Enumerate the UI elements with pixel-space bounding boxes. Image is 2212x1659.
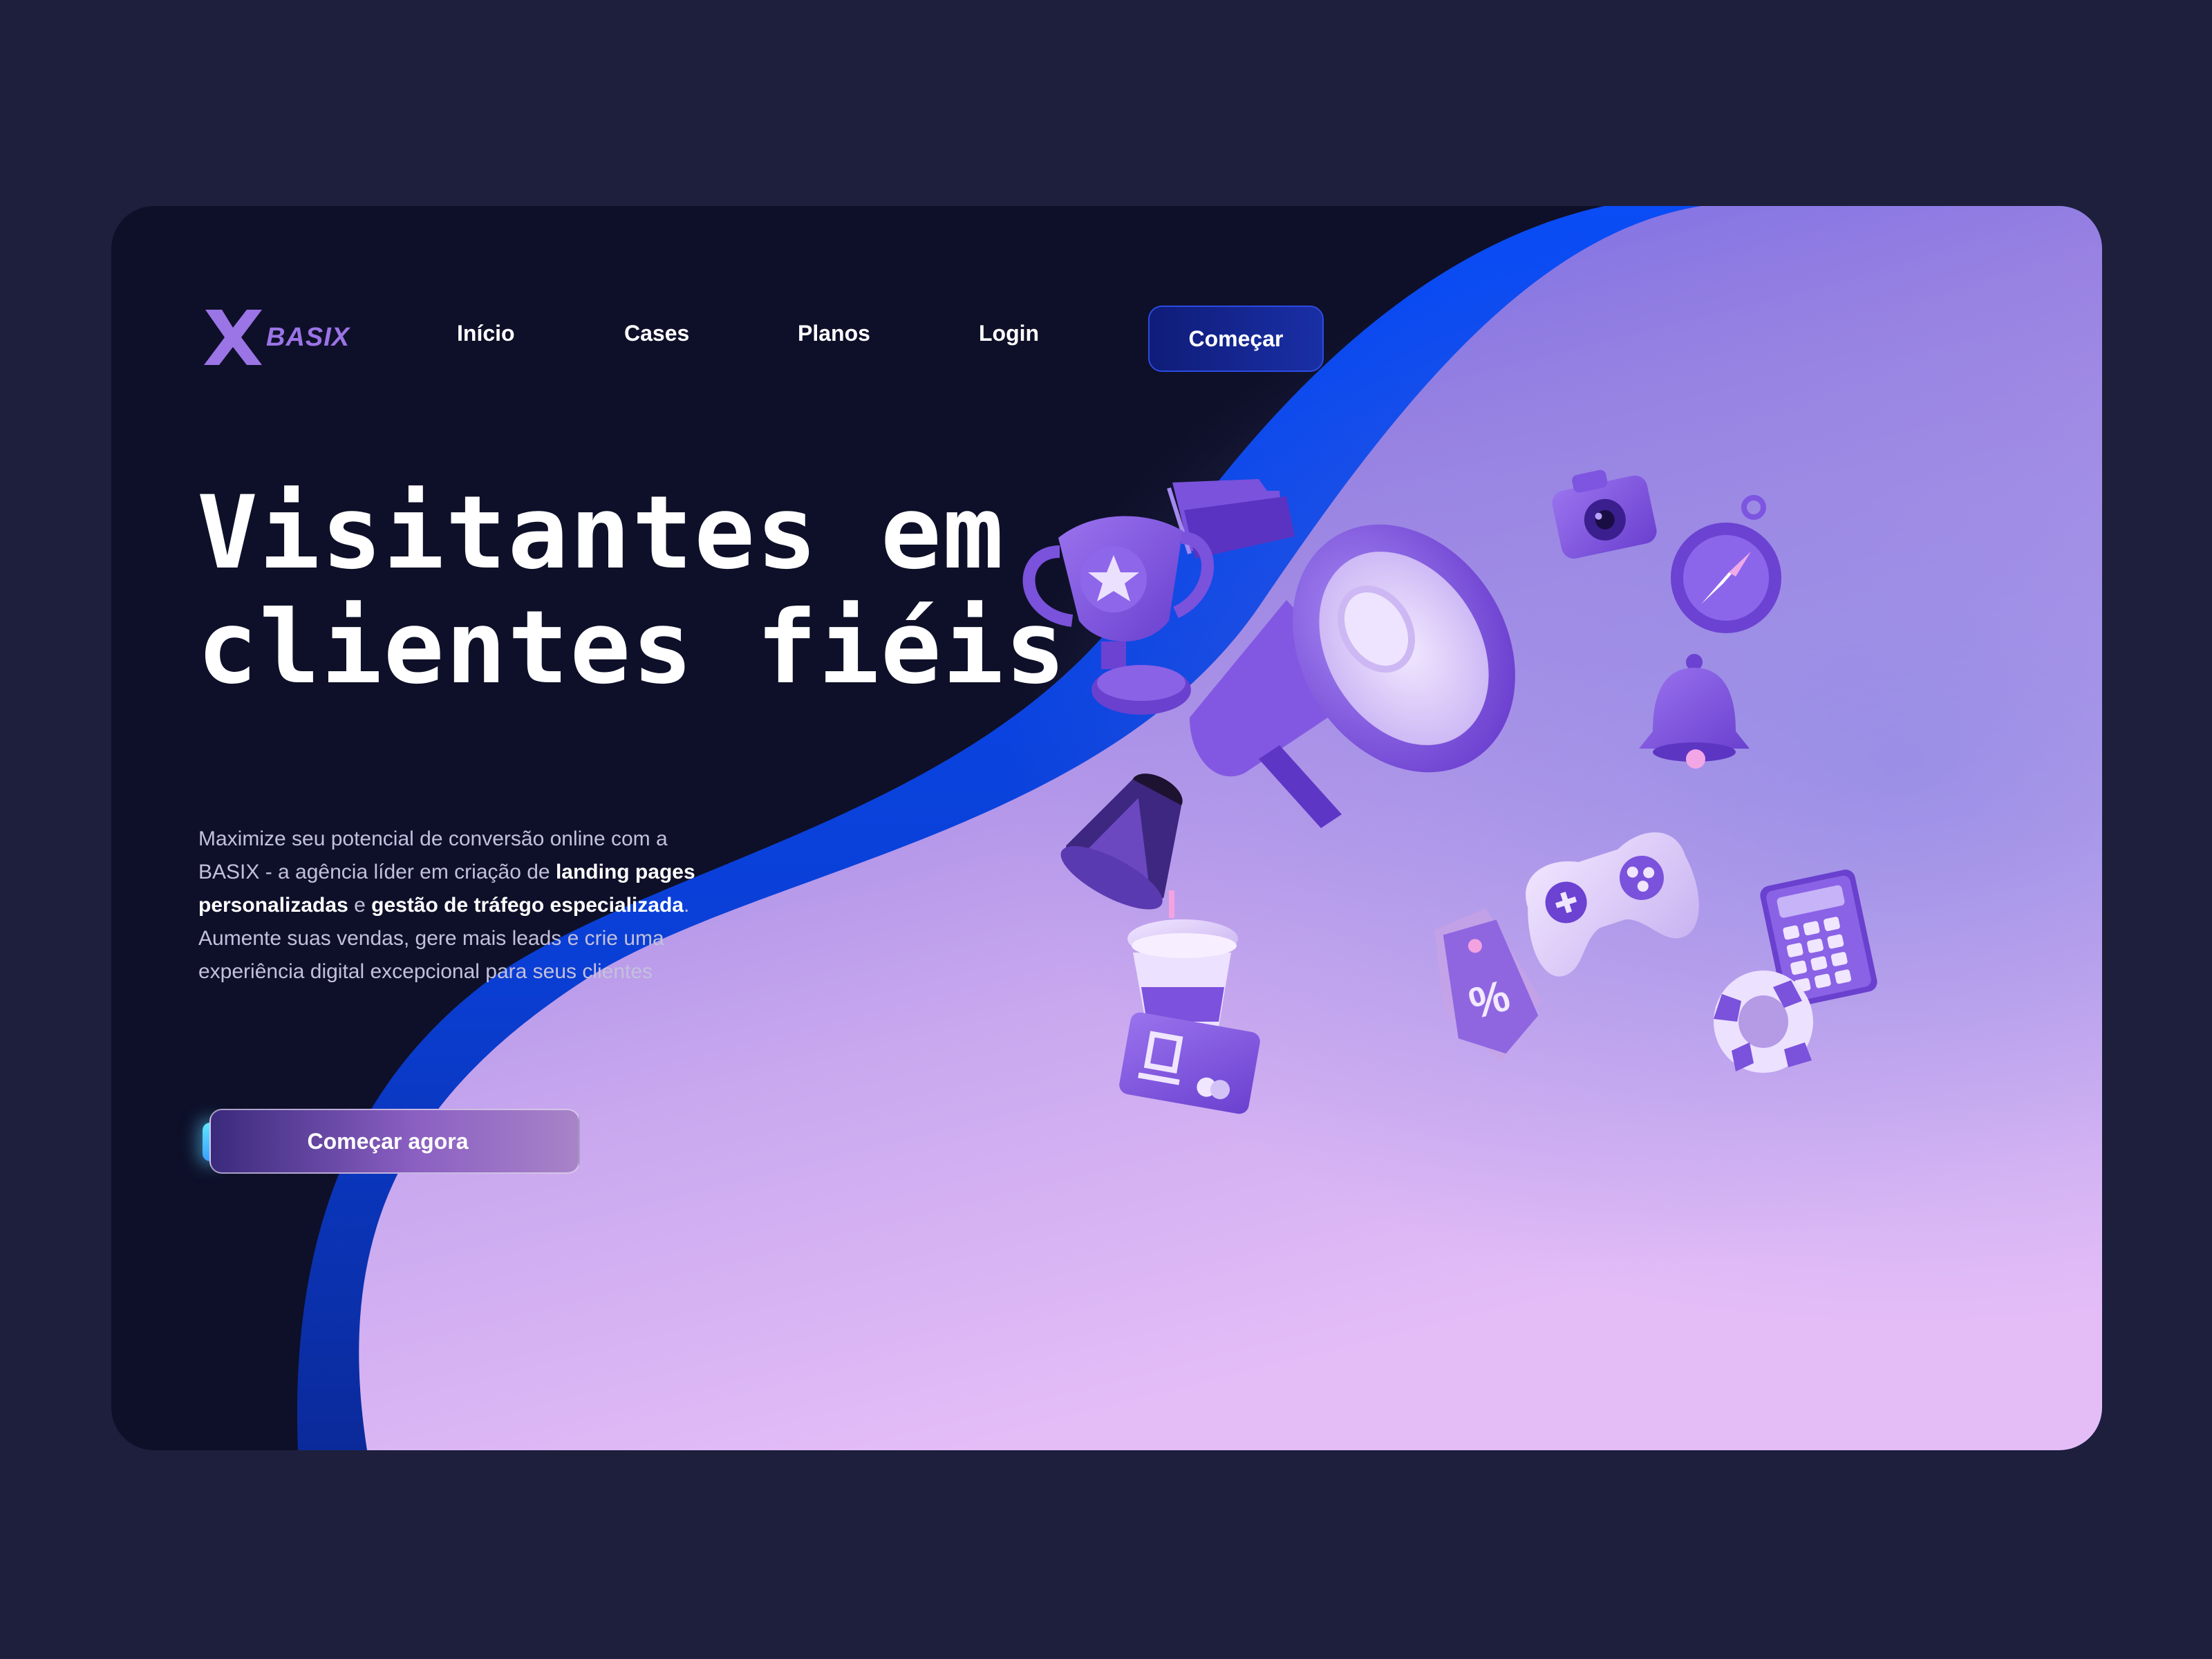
camera-icon xyxy=(1552,469,1657,559)
basix-x-icon xyxy=(204,310,262,365)
folder-icon xyxy=(1167,479,1295,559)
nav-link-planos[interactable]: Planos xyxy=(798,321,870,346)
compass-icon xyxy=(1671,495,1781,633)
credit-card-icon xyxy=(1119,1012,1260,1114)
hero-card: % BASIX Início Cases Planos Login Começa… xyxy=(111,206,2102,1450)
brand-logo[interactable]: BASIX xyxy=(198,304,350,371)
gamepad-icon xyxy=(1526,832,1699,977)
lifebuoy-icon xyxy=(1714,971,1813,1073)
cone-icon xyxy=(1060,774,1183,910)
brand-name: BASIX xyxy=(266,322,350,352)
hero-title-line-2: clientes fiéis xyxy=(197,589,1067,706)
hero-title: Visitantes em clientes fiéis xyxy=(197,476,1067,705)
hero-description: Maximize seu potencial de conversão onli… xyxy=(198,823,724,988)
bell-icon xyxy=(1639,654,1750,769)
nav-link-cases[interactable]: Cases xyxy=(624,321,689,346)
hero-cta-wrapper: Começar agora xyxy=(203,1109,590,1175)
hero-desc-highlight-trafego: gestão de tráfego especializada xyxy=(371,894,684,917)
nav-start-button[interactable]: Começar xyxy=(1148,306,1324,372)
start-now-button[interactable]: Começar agora xyxy=(209,1109,580,1174)
hero-desc-text-2: e xyxy=(348,894,372,917)
hero-title-line-1: Visitantes em xyxy=(197,474,1005,592)
nav-link-login[interactable]: Login xyxy=(979,321,1039,346)
nav-link-inicio[interactable]: Início xyxy=(457,321,515,346)
